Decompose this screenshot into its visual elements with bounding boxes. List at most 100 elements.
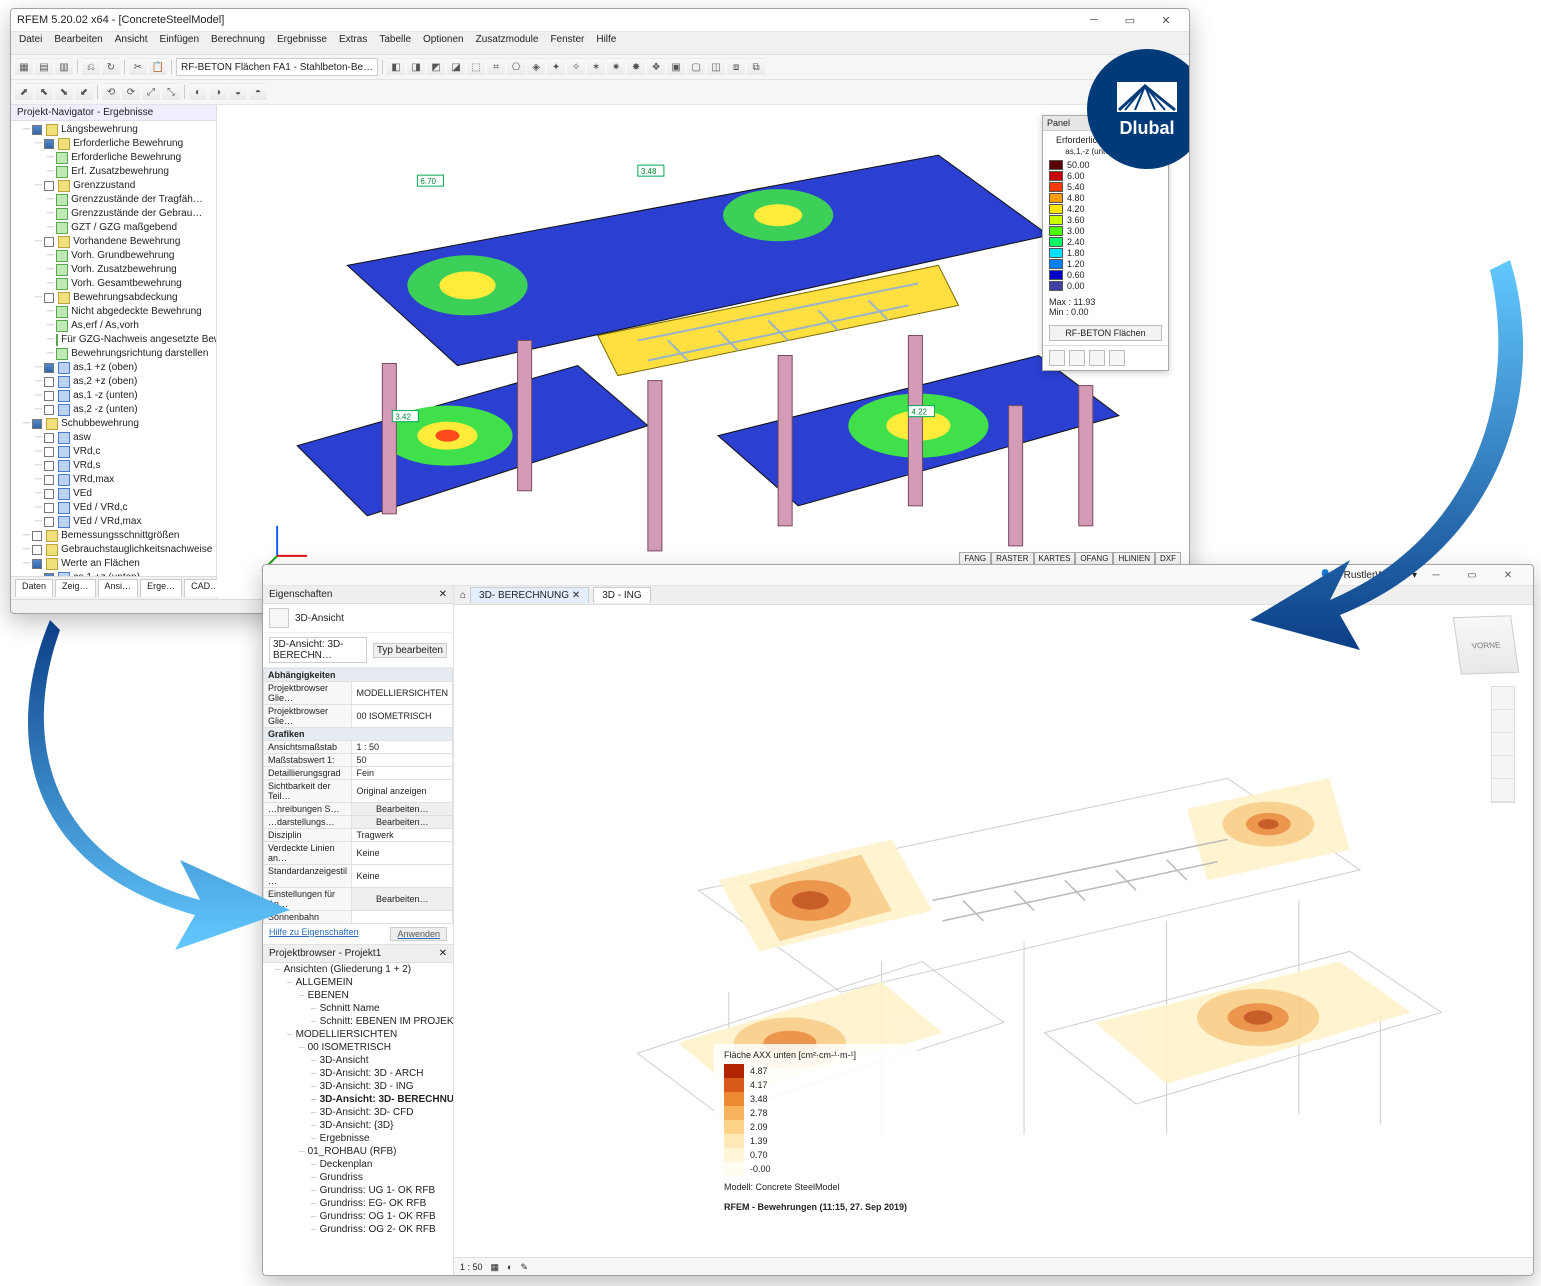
panel-tool-icon[interactable] <box>1049 350 1065 366</box>
nav-tool-icon[interactable] <box>1492 710 1514 733</box>
toolbar-button[interactable]: ✶ <box>587 58 605 76</box>
nav-tab[interactable]: Erge… <box>140 579 182 597</box>
rf-beton-button[interactable]: RF-BETON Flächen <box>1049 325 1162 341</box>
nav-tool-icon[interactable] <box>1492 756 1514 779</box>
toolbar-button[interactable]: ⧉ <box>747 58 765 76</box>
toolbar-button[interactable]: ▢ <box>687 58 705 76</box>
nav-tool-icon[interactable] <box>1492 687 1514 710</box>
toolbar-button[interactable]: ✧ <box>567 58 585 76</box>
toolbar-button[interactable]: ⧈ <box>727 58 745 76</box>
toolbar-button[interactable]: ⌗ <box>487 58 505 76</box>
toolbar-button[interactable]: ▥ <box>55 58 73 76</box>
footer-tool-icon[interactable]: ▦ <box>491 1262 500 1273</box>
toolbar-button[interactable]: ⬋ <box>75 83 93 101</box>
toolbar-button[interactable]: ◒ <box>229 83 247 101</box>
menu-item[interactable]: Fenster <box>550 34 584 52</box>
nav-tab[interactable]: Daten <box>15 579 53 597</box>
nav-tool-icon[interactable] <box>1492 733 1514 756</box>
close-button[interactable]: ✕ <box>1149 11 1183 29</box>
view-cube[interactable]: VORNE <box>1453 615 1519 674</box>
menu-item[interactable]: Ergebnisse <box>277 34 327 52</box>
panel-tool-icon[interactable] <box>1069 350 1085 366</box>
rfem-titlebar: RFEM 5.20.02 x64 - [ConcreteSteelModel] … <box>11 9 1189 32</box>
close-button[interactable]: ✕ <box>1491 566 1525 584</box>
toolbar-button[interactable]: ▦ <box>15 58 33 76</box>
legend-model: Modell: Concrete SteelModel <box>724 1182 907 1192</box>
menu-item[interactable]: Ansicht <box>115 34 148 52</box>
toolbar-button[interactable]: ◑ <box>209 83 227 101</box>
toolbar-button[interactable]: ⬚ <box>467 58 485 76</box>
user-icon: 👤 <box>1319 570 1331 581</box>
menu-item[interactable]: Zusatzmodule <box>476 34 539 52</box>
toolbar-button[interactable]: ▣ <box>667 58 685 76</box>
toolbar-button[interactable]: ◩ <box>427 58 445 76</box>
maximize-button[interactable]: ▭ <box>1113 11 1147 29</box>
user-label[interactable]: RustlerW <box>1344 570 1385 581</box>
menu-item[interactable]: Extras <box>339 34 367 52</box>
apply-button[interactable]: Anwenden <box>390 927 447 941</box>
help-link[interactable]: Hilfe zu Eigenschaften <box>269 927 359 941</box>
toolbar-button[interactable]: ⤡ <box>162 83 180 101</box>
toolbar-button[interactable]: ⤢ <box>142 83 160 101</box>
toolbar-button[interactable]: ◪ <box>447 58 465 76</box>
toolbar-button[interactable]: ⎌ <box>82 58 100 76</box>
toolbar-button[interactable]: ⟲ <box>102 83 120 101</box>
toolbar-button[interactable]: ◧ <box>387 58 405 76</box>
nav-bar[interactable] <box>1491 686 1515 803</box>
toolbar-button[interactable]: ◨ <box>407 58 425 76</box>
toolbar-button[interactable]: ◐ <box>189 83 207 101</box>
close-icon[interactable]: ✕ <box>439 589 447 600</box>
navigator-tabs[interactable]: Daten Zeig… Ansi… Erge… CAD… <box>11 576 216 599</box>
toolbar-button[interactable]: ❖ <box>647 58 665 76</box>
toolbar-button[interactable]: ✸ <box>627 58 645 76</box>
home-icon[interactable]: ⌂ <box>460 590 466 601</box>
minimize-button[interactable]: ─ <box>1419 566 1453 584</box>
menu-item[interactable]: Berechnung <box>211 34 265 52</box>
toolbar-button[interactable]: ✷ <box>607 58 625 76</box>
toolbar-combo[interactable]: RF-BETON Flächen FA1 - Stahlbeton-Be… <box>176 58 378 76</box>
toolbar-button[interactable]: ◫ <box>707 58 725 76</box>
footer-tool-icon[interactable]: ◐ <box>507 1262 512 1272</box>
menu-item[interactable]: Optionen <box>423 34 464 52</box>
properties-grid[interactable]: Abhängigkeiten Projektbrowser Glie…MODEL… <box>263 668 453 924</box>
navigator-tree[interactable]: Längsbewehrung Erforderliche Bewehrung E… <box>11 121 216 576</box>
toolbar-button[interactable]: ◈ <box>527 58 545 76</box>
footer-tool-icon[interactable]: ✎ <box>520 1262 528 1273</box>
nav-tool-icon[interactable] <box>1492 779 1514 802</box>
type-edit-button[interactable]: Typ bearbeiten <box>373 643 447 658</box>
toolbar-button[interactable]: ⬊ <box>55 83 73 101</box>
close-icon[interactable]: ✕ <box>439 948 447 959</box>
toolbar-button[interactable]: ▤ <box>35 58 53 76</box>
toolbar-button[interactable]: ◓ <box>249 83 267 101</box>
svg-text:4.22: 4.22 <box>911 408 927 417</box>
menu-item[interactable]: Bearbeiten <box>54 34 102 52</box>
view-tab[interactable]: 3D- BERECHNUNG ✕ <box>470 587 589 603</box>
toolbar-button[interactable]: ↻ <box>102 58 120 76</box>
menu-item[interactable]: Datei <box>19 34 42 52</box>
panel-tool-icon[interactable] <box>1089 350 1105 366</box>
toolbar-button[interactable]: ✂ <box>129 58 147 76</box>
maximize-button[interactable]: ▭ <box>1455 566 1489 584</box>
menu-item[interactable]: Einfügen <box>160 34 199 52</box>
revit-left-panels: Eigenschaften ✕ 3D-Ansicht 3D-Ansicht: 3… <box>263 586 454 1276</box>
model-3d-icon <box>454 604 1533 1258</box>
menu-item[interactable]: Hilfe <box>596 34 616 52</box>
view-tab[interactable]: 3D - ING <box>593 587 650 603</box>
scale-label[interactable]: 1 : 50 <box>460 1262 483 1272</box>
menu-item[interactable]: Tabelle <box>379 34 411 52</box>
view-combo[interactable]: 3D-Ansicht: 3D- BERECHN… <box>269 637 367 663</box>
rfem-viewport[interactable]: 6.70 3.48 3.42 4.22 3.07 Panel Erforderl… <box>217 105 1189 599</box>
toolbar-button[interactable]: ⬈ <box>15 83 33 101</box>
toolbar-button[interactable]: ✦ <box>547 58 565 76</box>
toolbar-button[interactable]: ⬉ <box>35 83 53 101</box>
revit-viewport[interactable]: ⌂ 3D- BERECHNUNG ✕ 3D - ING <box>454 586 1533 1276</box>
toolbar-button[interactable]: ⎔ <box>507 58 525 76</box>
cart-icon[interactable]: 🛒 ▾ <box>1397 570 1417 581</box>
project-browser[interactable]: Ansichten (Gliederung 1 + 2) ALLGEMEIN E… <box>263 963 453 1276</box>
minimize-button[interactable]: ─ <box>1077 11 1111 29</box>
nav-tab[interactable]: Zeig… <box>55 579 96 597</box>
toolbar-button[interactable]: 📋 <box>149 58 167 76</box>
nav-tab[interactable]: Ansi… <box>98 579 139 597</box>
toolbar-button[interactable]: ⟳ <box>122 83 140 101</box>
panel-tool-icon[interactable] <box>1109 350 1125 366</box>
